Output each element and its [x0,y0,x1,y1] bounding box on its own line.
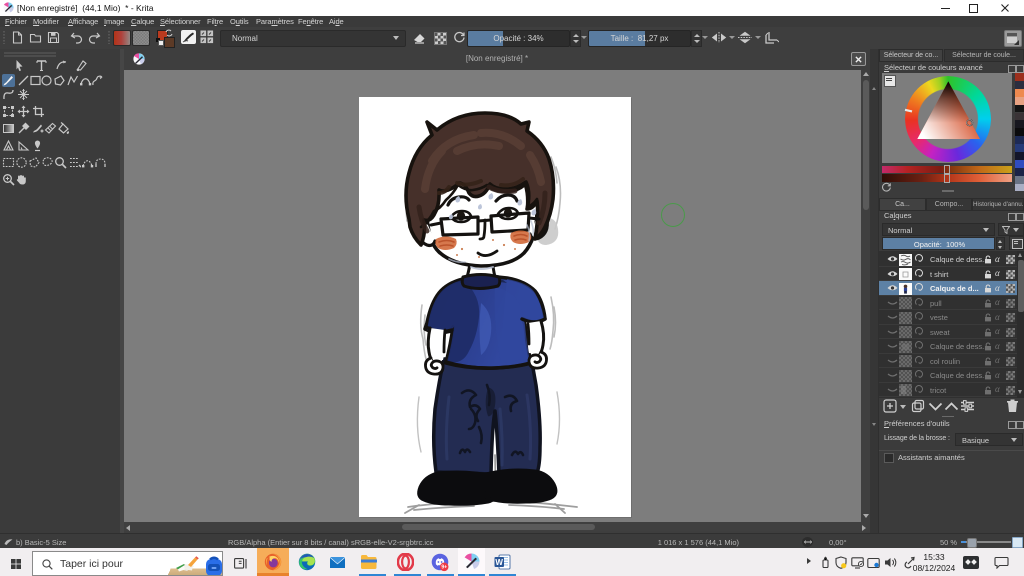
svg-text:9+: 9+ [441,565,447,571]
svg-text:W: W [495,558,503,567]
